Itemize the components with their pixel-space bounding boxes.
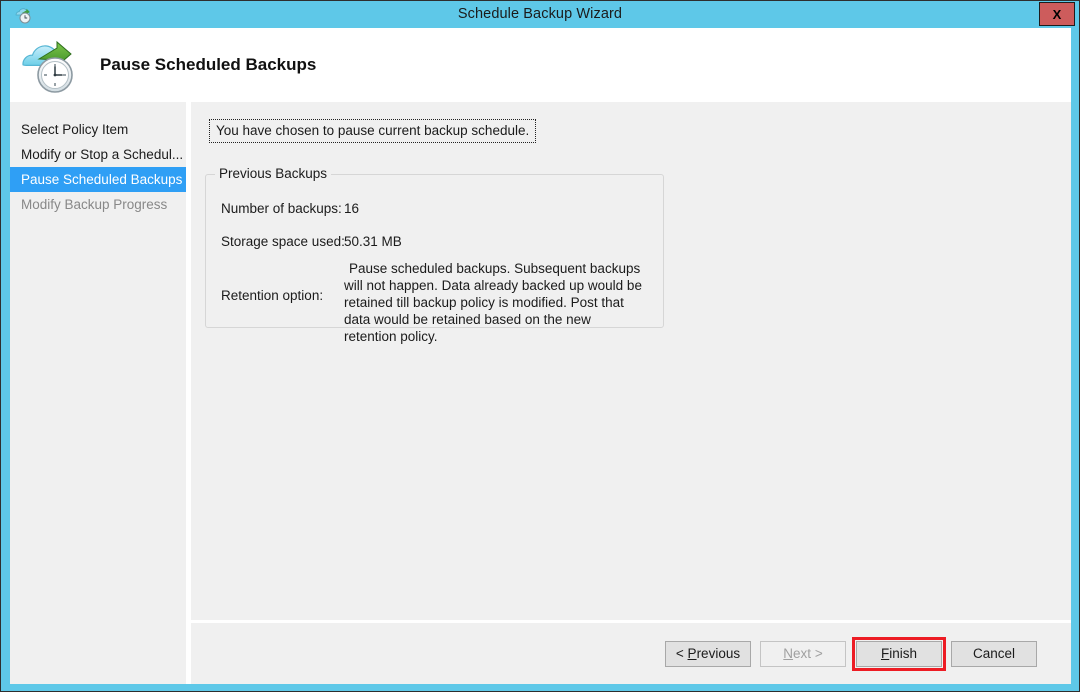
- wizard-header: Pause Scheduled Backups: [10, 28, 1071, 102]
- number-of-backups-label: Number of backups:: [221, 201, 342, 216]
- wizard-footer: < Previous Next > Finish Cancel: [191, 623, 1071, 684]
- cancel-button[interactable]: Cancel: [951, 641, 1037, 667]
- finish-button[interactable]: Finish: [856, 641, 942, 667]
- window-title: Schedule Backup Wizard: [1, 1, 1079, 28]
- storage-space-used-value: 50.31 MB: [344, 234, 402, 249]
- info-message: You have chosen to pause current backup …: [209, 119, 536, 143]
- retention-option-label: Retention option:: [221, 288, 323, 303]
- previous-backups-groupbox: Previous Backups Number of backups: 16 S…: [205, 174, 664, 328]
- next-button: Next >: [760, 641, 846, 667]
- sidebar-item-modify-or-stop-schedule[interactable]: Modify or Stop a Schedul...: [10, 142, 186, 167]
- cloud-backup-clock-icon: [17, 33, 89, 97]
- wizard-window: Schedule Backup Wizard X: [0, 0, 1080, 692]
- wizard-steps-sidebar: Select Policy Item Modify or Stop a Sche…: [10, 102, 186, 684]
- close-icon[interactable]: X: [1039, 2, 1075, 26]
- sidebar-item-pause-scheduled-backups[interactable]: Pause Scheduled Backups: [10, 167, 186, 192]
- page-title: Pause Scheduled Backups: [100, 28, 316, 102]
- storage-space-used-label: Storage space used:: [221, 234, 345, 249]
- title-bar: Schedule Backup Wizard X: [1, 1, 1079, 28]
- sidebar-item-modify-backup-progress: Modify Backup Progress: [10, 192, 186, 217]
- previous-button[interactable]: < Previous: [665, 641, 751, 667]
- groupbox-legend: Previous Backups: [215, 166, 331, 181]
- wizard-content-panel: You have chosen to pause current backup …: [191, 102, 1071, 620]
- retention-option-value: Pause scheduled backups. Subsequent back…: [344, 260, 644, 345]
- sidebar-item-select-policy-item[interactable]: Select Policy Item: [10, 117, 186, 142]
- number-of-backups-value: 16: [344, 201, 359, 216]
